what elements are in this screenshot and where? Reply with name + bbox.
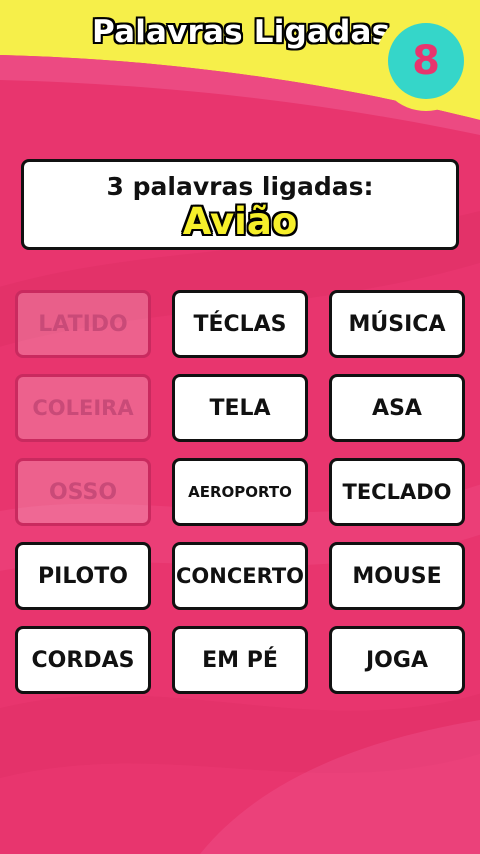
word-tile[interactable]: JOGA <box>329 626 465 694</box>
word-tile: OSSO <box>15 458 151 526</box>
word-tile[interactable]: AEROPORTO <box>172 458 308 526</box>
word-tile[interactable]: TÉCLAS <box>172 290 308 358</box>
word-tile[interactable]: ASA <box>329 374 465 442</box>
word-tile[interactable]: TELA <box>172 374 308 442</box>
word-tile[interactable]: CORDAS <box>15 626 151 694</box>
word-tile[interactable]: CONCERTO <box>172 542 308 610</box>
word-tile[interactable]: MÚSICA <box>329 290 465 358</box>
word-tile[interactable]: PILOTO <box>15 542 151 610</box>
word-tile[interactable]: MOUSE <box>329 542 465 610</box>
word-tile[interactable]: EM PÉ <box>172 626 308 694</box>
word-tile: LATIDO <box>15 290 151 358</box>
word-grid: LATIDO TÉCLAS MÚSICA COLEIRA TELA ASA OSSO AERO… <box>0 0 480 854</box>
word-tile: COLEIRA <box>15 374 151 442</box>
word-tile[interactable]: TECLADO <box>329 458 465 526</box>
